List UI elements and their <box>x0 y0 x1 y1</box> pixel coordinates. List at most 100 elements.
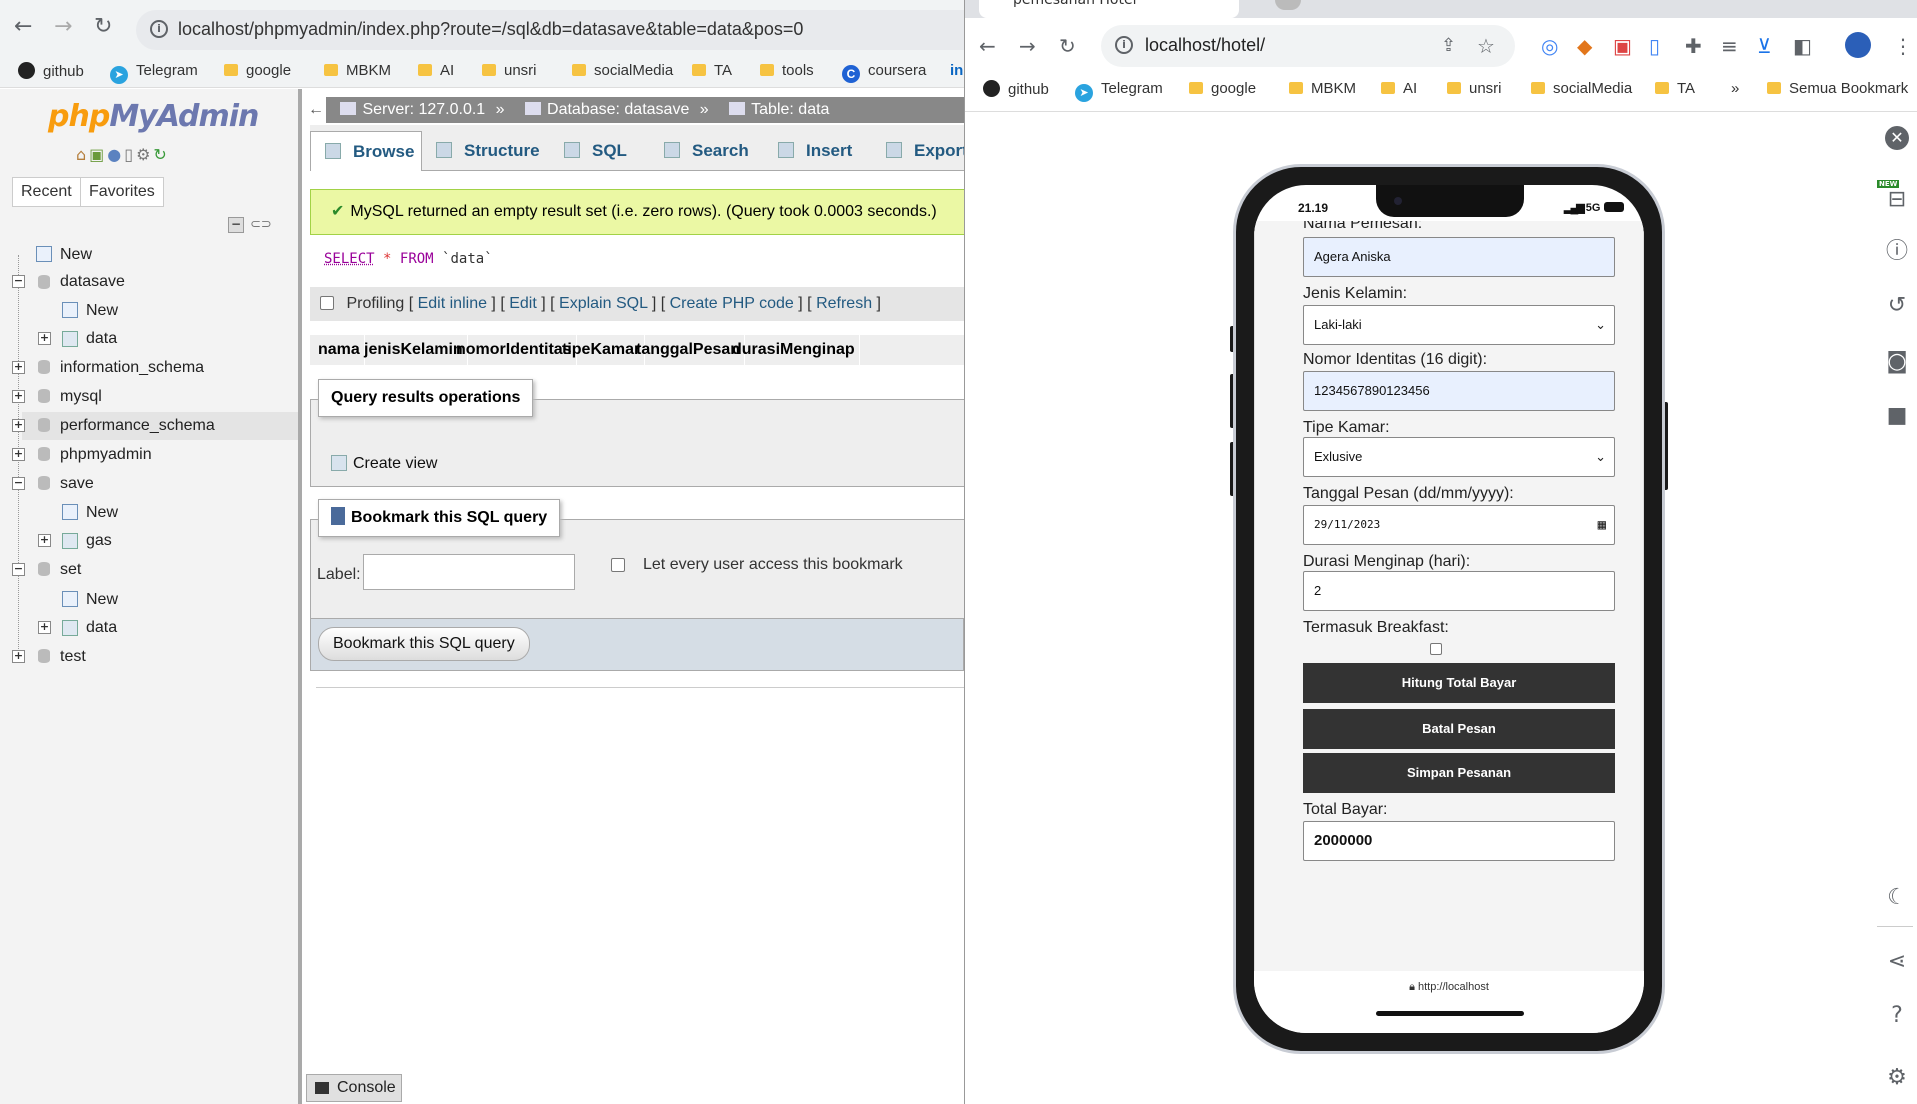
expand-icon[interactable]: + <box>12 390 25 403</box>
more-bookmarks-icon[interactable]: » <box>1731 80 1739 97</box>
recent-tab[interactable]: Recent <box>12 177 81 207</box>
tab-search[interactable]: Search <box>650 131 764 171</box>
batal-pesan-button[interactable]: Batal Pesan <box>1303 709 1615 749</box>
tree-db-information-schema[interactable]: information_schema <box>60 359 204 377</box>
metamask-icon[interactable]: ◆ <box>1577 34 1592 58</box>
forward-icon[interactable]: → <box>54 14 72 40</box>
bookmark-telegram[interactable]: ➤ Telegram <box>110 62 198 84</box>
nama-pemesan-input[interactable]: Agera Aniska <box>1303 237 1615 277</box>
media-queue-icon[interactable]: ≡ <box>1721 34 1738 58</box>
tab-structure[interactable]: Structure <box>422 131 550 171</box>
bookmark-query-button[interactable]: Bookmark this SQL query <box>318 627 530 661</box>
tree-datasave-new[interactable]: New <box>86 302 118 320</box>
breadcrumb-database[interactable]: Database: datasave <box>547 101 689 118</box>
tree-db-test[interactable]: test <box>60 648 86 666</box>
back-icon[interactable]: ← <box>14 14 32 40</box>
console-tab[interactable]: Console <box>306 1074 402 1102</box>
bookmark-google[interactable]: google <box>224 62 291 79</box>
collapse-icon[interactable]: − <box>12 275 25 288</box>
forward-icon[interactable]: → <box>1019 34 1036 58</box>
rotate-icon[interactable]: ↺ <box>1885 294 1909 318</box>
bookmark-tools[interactable]: tools <box>760 62 814 79</box>
tree-db-phpmyadmin[interactable]: phpmyadmin <box>60 446 152 464</box>
tree-save-gas[interactable]: gas <box>86 532 112 550</box>
collapse-nav-icon[interactable]: ← <box>306 97 326 123</box>
link-with-main-icon[interactable]: ⊂⊃ <box>250 217 272 232</box>
tree-db-performance-schema[interactable]: performance_schema <box>60 417 215 435</box>
durasi-menginap-input[interactable]: 2 <box>1303 571 1615 611</box>
close-icon[interactable]: ✕ <box>1885 126 1909 150</box>
extension-cast-icon[interactable]: ▣ <box>1613 34 1632 58</box>
tree-db-mysql[interactable]: mysql <box>60 388 102 406</box>
tree-new-root[interactable]: New <box>60 246 92 264</box>
help-icon[interactable]: ? <box>1885 1004 1909 1028</box>
settings-icon[interactable]: ⚙ <box>136 145 153 164</box>
favorites-tab[interactable]: Favorites <box>80 177 164 207</box>
jenis-kelamin-select[interactable]: Laki-laki ⌄ <box>1303 305 1615 345</box>
site-info-icon[interactable]: i <box>150 20 168 38</box>
tree-db-set[interactable]: set <box>60 561 81 579</box>
tree-datasave-data[interactable]: data <box>86 330 117 348</box>
address-bar[interactable]: i localhost/hotel/ ⇪ ☆ <box>1101 25 1515 67</box>
tree-db-datasave[interactable]: datasave <box>60 273 125 291</box>
bookmark-ai[interactable]: AI <box>418 62 454 79</box>
expand-icon[interactable]: + <box>38 332 51 345</box>
reload-icon[interactable]: ↻ <box>1059 34 1076 58</box>
refresh-link[interactable]: Refresh <box>816 295 872 312</box>
bookmark-github[interactable]: github <box>18 62 84 80</box>
back-icon[interactable]: ← <box>979 34 996 58</box>
help-icon[interactable]: ● <box>107 145 124 164</box>
expand-icon[interactable]: + <box>38 621 51 634</box>
breadcrumb-table[interactable]: Table: data <box>751 101 829 118</box>
tree-set-new[interactable]: New <box>86 591 118 609</box>
download-icon[interactable]: ⊻ <box>1757 34 1772 58</box>
breakfast-checkbox[interactable] <box>1430 643 1442 655</box>
record-icon[interactable]: ■ <box>1885 404 1909 428</box>
new-tab-icon[interactable] <box>1275 0 1301 10</box>
home-icon[interactable]: ⌂ <box>76 145 89 164</box>
simpan-pesanan-button[interactable]: Simpan Pesanan <box>1303 753 1615 793</box>
column-nama[interactable]: nama <box>314 335 365 365</box>
browser-tab-hotel[interactable]: pemesanan Hotel <box>979 0 1239 18</box>
bookmark-google[interactable]: google <box>1189 80 1256 97</box>
device-toolbar-icon[interactable]: ⊟ <box>1885 188 1909 212</box>
collapse-all-icon[interactable]: − <box>228 217 244 233</box>
bookmark-socialmedia[interactable]: socialMedia <box>572 62 673 79</box>
info-icon[interactable]: ⓘ <box>1885 240 1909 264</box>
menu-icon[interactable]: ⋮ <box>1893 34 1913 58</box>
tab-insert[interactable]: Insert <box>764 131 872 171</box>
tab-export[interactable]: Export <box>872 131 964 171</box>
edit-inline-link[interactable]: Edit inline <box>418 295 487 312</box>
bookmark-mbkm[interactable]: MBKM <box>1289 80 1356 97</box>
expand-icon[interactable]: + <box>12 419 25 432</box>
tab-sql[interactable]: SQL <box>550 131 650 171</box>
expand-icon[interactable]: + <box>38 534 51 547</box>
all-bookmarks[interactable]: Semua Bookmark <box>1767 80 1908 97</box>
settings-icon[interactable]: ⚙ <box>1885 1066 1909 1090</box>
create-php-link[interactable]: Create PHP code <box>670 295 794 312</box>
site-info-icon[interactable]: i <box>1115 36 1133 54</box>
tab-browse[interactable]: Browse <box>310 131 422 171</box>
nomor-identitas-input[interactable]: 1234567890123456 <box>1303 371 1615 411</box>
edit-link[interactable]: Edit <box>509 295 537 312</box>
tipe-kamar-select[interactable]: Exlusive ⌄ <box>1303 437 1615 477</box>
bookmark-telegram[interactable]: ➤ Telegram <box>1075 80 1163 102</box>
explain-sql-link[interactable]: Explain SQL <box>559 295 647 312</box>
create-view-link[interactable]: Create view <box>317 448 451 480</box>
every-user-checkbox[interactable] <box>611 558 625 572</box>
share-icon[interactable]: ⇪ <box>1441 34 1456 58</box>
star-icon[interactable]: ☆ <box>1477 34 1495 58</box>
reload-icon[interactable]: ↻ <box>94 14 112 40</box>
share-icon[interactable]: ⋖ <box>1885 950 1909 974</box>
bookmark-github[interactable]: github <box>983 80 1049 98</box>
bookmark-socialmedia[interactable]: socialMedia <box>1531 80 1632 97</box>
bookmark-ta[interactable]: TA <box>1655 80 1695 97</box>
docs-icon[interactable]: ▯ <box>124 145 136 164</box>
bookmark-ai[interactable]: AI <box>1381 80 1417 97</box>
tanggal-pesan-input[interactable]: 29/11/2023 ▦ <box>1303 505 1615 545</box>
tree-db-save[interactable]: save <box>60 475 94 493</box>
collapse-icon[interactable]: − <box>12 563 25 576</box>
extension-doc-icon[interactable]: ▯ <box>1649 34 1660 58</box>
calendar-icon[interactable]: ▦ <box>1598 506 1606 544</box>
profiling-checkbox[interactable] <box>320 296 334 310</box>
